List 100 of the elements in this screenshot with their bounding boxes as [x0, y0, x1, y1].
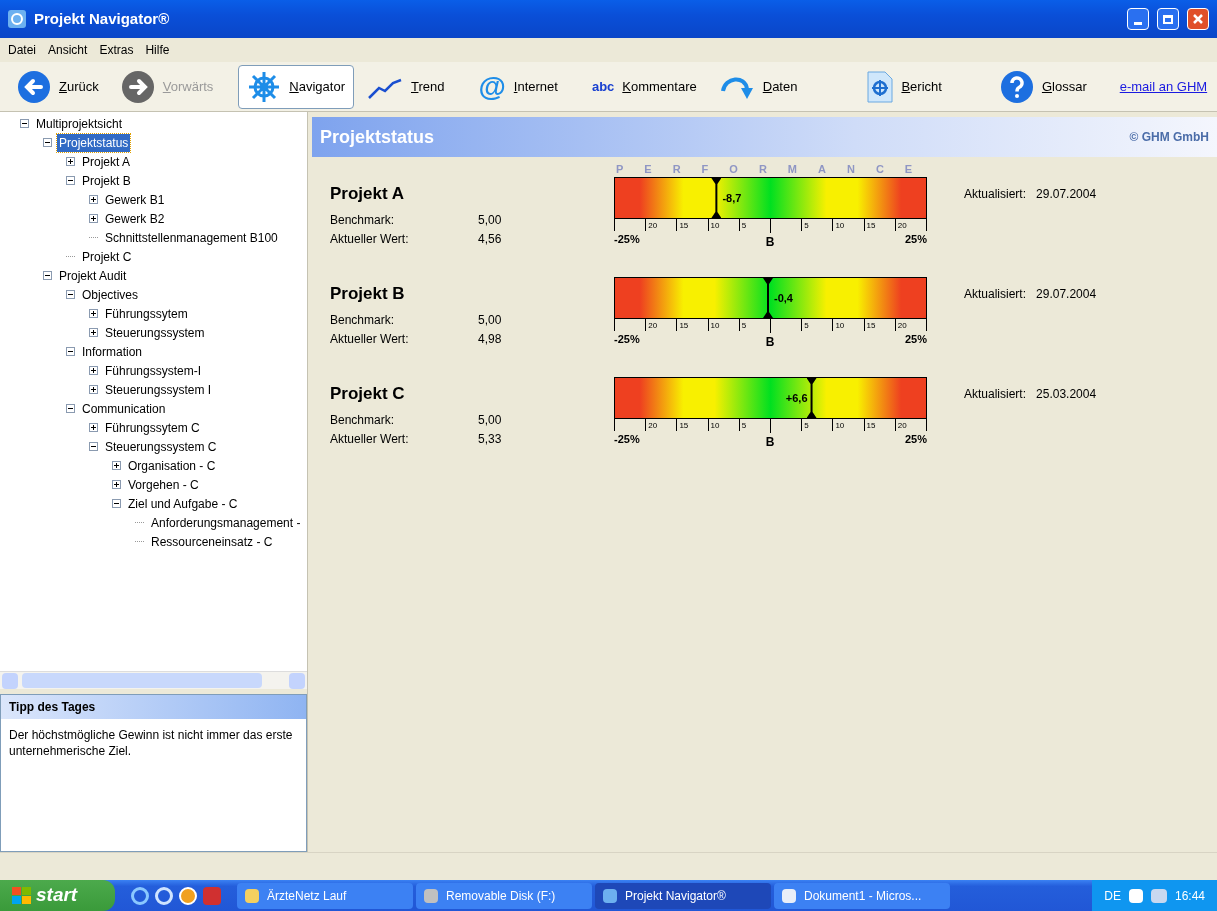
scale-label: 5 — [741, 220, 747, 232]
expand-icon[interactable] — [89, 423, 98, 432]
scale-label: 10 — [710, 420, 720, 432]
expand-icon[interactable] — [89, 385, 98, 394]
expand-icon[interactable] — [112, 461, 121, 470]
scale-label: 20 — [897, 420, 907, 432]
tree-item[interactable]: Multiprojektsicht — [34, 114, 125, 133]
tree-item[interactable]: Organisation - C — [126, 456, 218, 475]
collapse-icon[interactable] — [43, 138, 52, 147]
collapse-icon[interactable] — [89, 442, 98, 451]
abc-icon: abc — [591, 76, 615, 97]
toolbar-button[interactable]: Bericht — [842, 64, 975, 109]
tree-item[interactable]: Projekt B — [80, 171, 133, 190]
tree-item[interactable]: Objectives — [80, 285, 141, 304]
question-mark-icon — [999, 69, 1034, 104]
menu-item[interactable]: Extras — [99, 41, 134, 59]
tree-item[interactable]: Ressourceneinsatz - C — [149, 532, 275, 551]
scale-min-label: -25% — [614, 232, 640, 247]
taskbar-button[interactable]: Projekt Navigator® — [595, 882, 771, 909]
expand-icon[interactable] — [89, 366, 98, 375]
scale-label: 5 — [741, 320, 747, 332]
project-name: Projekt A — [330, 183, 405, 205]
tree-item[interactable]: Schnittstellenmanagement B100 — [103, 228, 280, 247]
horizontal-scrollbar[interactable] — [0, 671, 307, 689]
tree-item[interactable]: Steuerungssystem — [103, 323, 207, 342]
close-button[interactable] — [1187, 8, 1209, 30]
tree-item[interactable]: Projekt A — [80, 152, 133, 171]
tip-title: Tipp des Tages — [9, 699, 96, 716]
scale-label: 5 — [804, 220, 809, 232]
current-value-label: Aktueller Wert: — [330, 230, 410, 248]
current-value-label: Aktueller Wert: — [330, 430, 410, 448]
toolbar-button[interactable]: @ Internet — [457, 64, 579, 109]
scale-max-label: 25% — [904, 232, 927, 247]
collapse-icon[interactable] — [112, 499, 121, 508]
scale-label: 10 — [710, 320, 720, 332]
scale-max-label: 25% — [904, 332, 927, 347]
expand-icon[interactable] — [89, 195, 98, 204]
menu-item[interactable]: Datei — [8, 41, 36, 59]
toolbar-button[interactable]: abc Kommentare — [582, 64, 706, 109]
toolbar-button[interactable]: Zurück — [8, 64, 108, 109]
tree-item[interactable]: Führungssytem C — [103, 418, 202, 437]
tree-item[interactable]: Projekt Audit — [57, 266, 129, 285]
tree-item[interactable]: Führungssystem-I — [103, 361, 204, 380]
header-title: Projektstatus — [320, 125, 435, 149]
expand-icon[interactable] — [89, 214, 98, 223]
updated-label: Aktualisiert: — [964, 286, 1027, 303]
updated-date: 29.07.2004 — [1036, 186, 1097, 203]
current-value: 4,98 — [478, 330, 502, 348]
taskbar-button[interactable]: Dokument1 - Micros... — [774, 882, 950, 909]
expand-icon[interactable] — [112, 480, 121, 489]
tree-item[interactable]: Gewerk B2 — [103, 209, 167, 228]
tree-item[interactable]: Führungssytem — [103, 304, 190, 323]
scale-label: 20 — [648, 320, 658, 332]
menu-item[interactable]: Hilfe — [145, 41, 170, 59]
tree-item[interactable]: Steuerungssystem C — [103, 437, 219, 456]
expand-icon[interactable] — [89, 309, 98, 318]
email-link[interactable]: e-mail an GHM — [1111, 76, 1216, 97]
tree-item[interactable]: Anforderungsmanagement - — [149, 513, 303, 532]
tree-item[interactable]: Vorgehen - C — [126, 475, 201, 494]
at-sign-icon: @ — [478, 72, 506, 101]
toolbar-button[interactable]: Navigator — [238, 64, 354, 109]
project-name: Projekt B — [330, 283, 406, 305]
menu-item[interactable]: Ansicht — [48, 41, 88, 59]
expand-icon[interactable] — [66, 157, 75, 166]
scale-label: 10 — [835, 420, 845, 432]
tree-item[interactable]: Gewerk B1 — [103, 190, 167, 209]
ship-wheel-icon — [247, 69, 282, 104]
collapse-icon[interactable] — [66, 347, 75, 356]
taskbar-button[interactable]: ÄrzteNetz Lauf — [237, 882, 413, 909]
scale-label: 10 — [710, 220, 720, 232]
windows-logo-icon — [12, 886, 32, 905]
benchmark-label: Benchmark: — [330, 311, 396, 329]
toolbar-button[interactable]: Daten — [709, 64, 839, 109]
maximize-button[interactable] — [1157, 8, 1179, 30]
tree-item[interactable]: Ziel und Aufgabe - C — [126, 494, 240, 513]
expand-icon[interactable] — [89, 328, 98, 337]
minimize-button[interactable] — [1127, 8, 1149, 30]
tree-item[interactable]: Information — [80, 342, 145, 361]
tree-item[interactable]: Projektstatus — [57, 133, 131, 152]
collapse-icon[interactable] — [66, 290, 75, 299]
tree-item[interactable]: Communication — [80, 399, 168, 418]
collapse-icon[interactable] — [66, 404, 75, 413]
scale-label: 15 — [866, 420, 876, 432]
updated-date: 29.07.2004 — [1036, 286, 1097, 303]
toolbar-button[interactable]: Glossar — [990, 64, 1096, 109]
collapse-icon[interactable] — [20, 119, 29, 128]
tree-item[interactable]: Steuerungssystem I — [103, 380, 214, 399]
updated-date: 25.03.2004 — [1036, 386, 1097, 403]
current-value-label: Aktueller Wert: — [330, 330, 410, 348]
tree-item[interactable]: Projekt C — [80, 247, 134, 266]
benchmark-value: 5,00 — [478, 311, 502, 329]
collapse-icon[interactable] — [43, 271, 52, 280]
toolbar-button[interactable]: Trend — [358, 64, 454, 109]
collapse-icon[interactable] — [66, 176, 75, 185]
scale-min-label: -25% — [614, 432, 640, 447]
scale-label: 5 — [741, 420, 747, 432]
scale-label: 15 — [679, 420, 689, 432]
current-value: 5,33 — [478, 430, 502, 448]
scale-label: 20 — [648, 220, 658, 232]
taskbar-button[interactable]: Removable Disk (F:) — [416, 882, 592, 909]
